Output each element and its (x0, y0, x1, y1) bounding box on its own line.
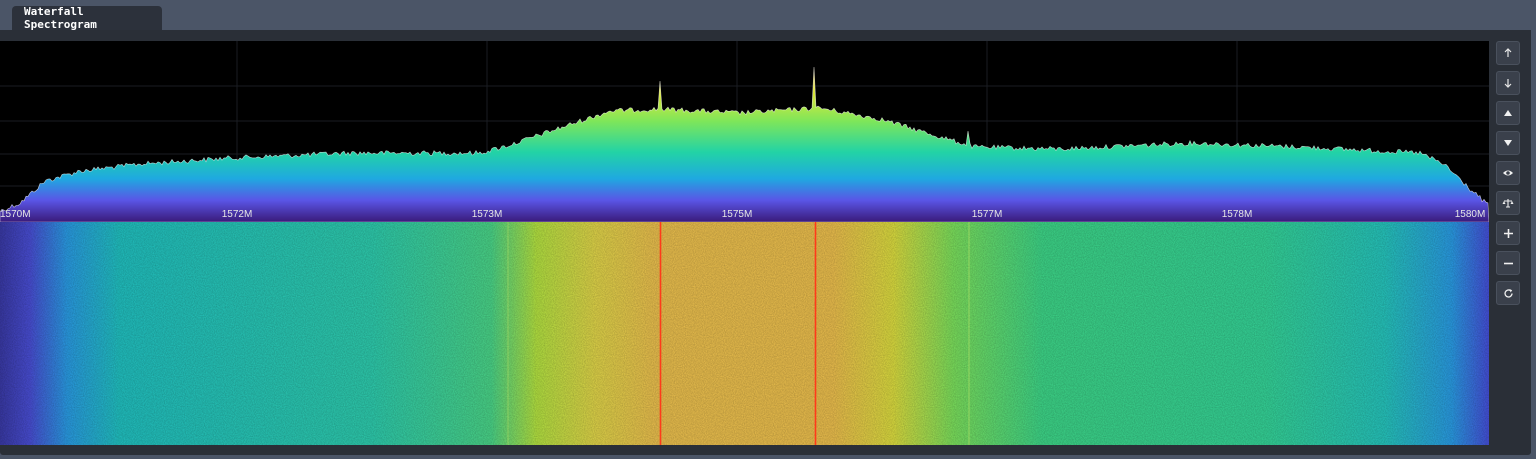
triangle-down-icon (1504, 140, 1512, 146)
refresh-icon (1503, 288, 1513, 298)
axis-tick-label: 1578M (1221, 209, 1253, 220)
axis-tick-label: 1570M (0, 209, 31, 220)
minus-icon (1503, 262, 1513, 264)
zoom-in-button[interactable] (1496, 221, 1520, 245)
spectrum-trace (0, 66, 1489, 222)
arrow-down-icon (1504, 79, 1512, 88)
visibility-button[interactable] (1496, 161, 1520, 185)
bottom-strip (0, 455, 1536, 459)
axis-tick-label: 1573M (471, 209, 503, 220)
scroll-down-button[interactable] (1496, 71, 1520, 95)
balance-button[interactable] (1496, 191, 1520, 215)
plus-icon (1503, 228, 1513, 238)
level-down-button[interactable] (1496, 131, 1520, 155)
level-up-button[interactable] (1496, 101, 1520, 125)
axis-tick-label: 1572M (221, 209, 253, 220)
axis-tick-label: 1580M (1454, 209, 1486, 220)
tab-bar: Waterfall Spectrogram (0, 0, 1536, 31)
reset-button[interactable] (1496, 281, 1520, 305)
arrow-up-icon (1504, 48, 1512, 57)
tab-waterfall-spectrogram[interactable]: Waterfall Spectrogram (12, 5, 162, 31)
waterfall-toolbar (1496, 41, 1520, 311)
axis-tick-label: 1575M (721, 209, 753, 220)
scale-icon (1502, 199, 1514, 208)
triangle-up-icon (1504, 110, 1512, 116)
scroll-up-button[interactable] (1496, 41, 1520, 65)
spectrum-plot[interactable] (0, 41, 1489, 222)
axis-tick-label: 1577M (971, 209, 1003, 220)
tab-label: Waterfall Spectrogram (24, 5, 97, 31)
zoom-out-button[interactable] (1496, 251, 1520, 275)
eye-icon (1503, 170, 1513, 176)
waterfall-display[interactable] (0, 222, 1489, 445)
